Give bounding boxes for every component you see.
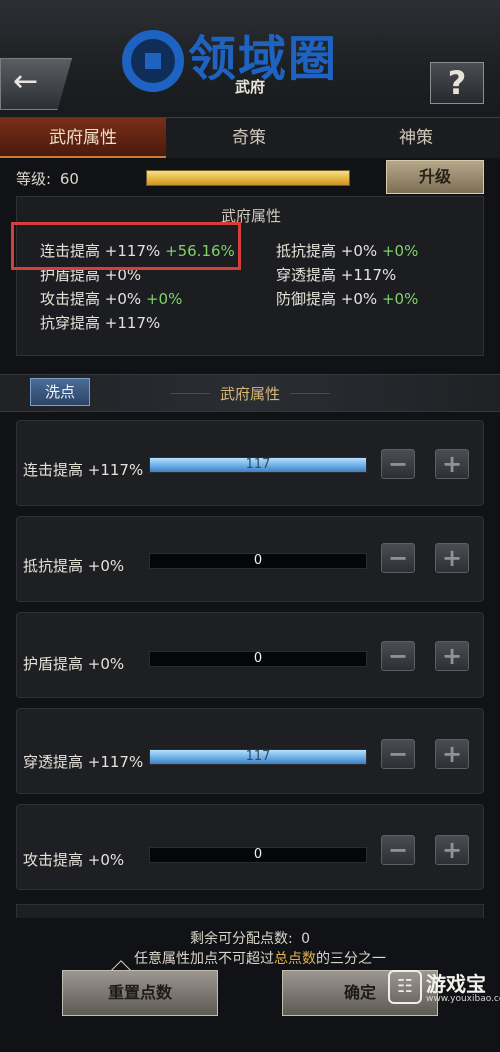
stat-row-partial bbox=[16, 904, 484, 918]
stat-value: 117 bbox=[245, 749, 271, 764]
stat-label: 抵抗提高 +0% bbox=[23, 557, 125, 575]
minus-button[interactable]: − bbox=[381, 739, 415, 769]
plus-button[interactable]: + bbox=[435, 739, 469, 769]
stat-bar: 0 bbox=[149, 553, 367, 569]
stat-value: 117 bbox=[245, 457, 271, 472]
attribute-resist: 抵抗提高 +0% +0% bbox=[276, 242, 419, 260]
plus-button[interactable]: + bbox=[435, 641, 469, 671]
gamepad-icon: ☷ bbox=[388, 970, 422, 1004]
level-progress-bar bbox=[146, 170, 350, 186]
minus-button[interactable]: − bbox=[381, 449, 415, 479]
attribute-penetration: 穿透提高 +117% bbox=[276, 266, 397, 284]
remaining-points: 剩余可分配点数: 0 bbox=[189, 931, 311, 947]
stat-label: 连击提高 +117% bbox=[23, 461, 144, 479]
highlight-annotation bbox=[11, 222, 241, 270]
level-label-text: 等级: bbox=[16, 170, 52, 188]
page-title: 武府 bbox=[234, 78, 265, 96]
minus-button[interactable]: − bbox=[381, 641, 415, 671]
level-value: 60 bbox=[59, 170, 79, 188]
stat-row-shield: 护盾提高 +0% 0 − + bbox=[16, 612, 484, 698]
stat-bar: 117 bbox=[149, 457, 367, 473]
stat-row-resist: 抵抗提高 +0% 0 − + bbox=[16, 516, 484, 602]
help-button[interactable]: ? bbox=[430, 62, 484, 104]
stat-bar: 0 bbox=[149, 651, 367, 667]
plus-button[interactable]: + bbox=[435, 449, 469, 479]
upgrade-button[interactable]: 升级 bbox=[386, 160, 484, 194]
stat-value: 0 bbox=[253, 553, 263, 568]
stat-row-combo: 连击提高 +117% 117 − + bbox=[16, 420, 484, 506]
stat-bar: 0 bbox=[149, 847, 367, 863]
reset-points-button[interactable]: 重置点数 bbox=[62, 970, 218, 1016]
stat-value: 0 bbox=[253, 651, 263, 666]
remaining-points-value: 0 bbox=[301, 931, 311, 947]
stat-value: 0 bbox=[253, 847, 263, 862]
watermark-text: 游戏宝 bbox=[426, 972, 486, 996]
level-label: 等级: 60 bbox=[16, 168, 79, 189]
minus-button[interactable]: − bbox=[381, 543, 415, 573]
minus-button[interactable]: − bbox=[381, 835, 415, 865]
attribute-attack: 攻击提高 +0% +0% bbox=[40, 290, 183, 308]
section-title: 武府属性 bbox=[219, 385, 280, 403]
stat-label: 穿透提高 +117% bbox=[23, 753, 144, 771]
plus-button[interactable]: + bbox=[435, 543, 469, 573]
stat-row-penetration: 穿透提高 +117% 117 − + bbox=[16, 708, 484, 794]
plus-button[interactable]: + bbox=[435, 835, 469, 865]
tab-qice[interactable]: 奇策 bbox=[166, 118, 332, 158]
stat-label: 攻击提高 +0% bbox=[23, 851, 125, 869]
stat-label: 护盾提高 +0% bbox=[23, 655, 125, 673]
stat-row-attack: 攻击提高 +0% 0 − + bbox=[16, 804, 484, 890]
tab-shence[interactable]: 神策 bbox=[332, 118, 500, 158]
attribute-anti-penetration: 抗穿提高 +117% bbox=[40, 314, 161, 332]
stat-bar: 117 bbox=[149, 749, 367, 765]
tab-wufu-attributes[interactable]: 武府属性 bbox=[0, 118, 166, 158]
watermark-url: www.youxibao.com bbox=[426, 994, 500, 1004]
attribute-defense: 防御提高 +0% +0% bbox=[276, 290, 419, 308]
